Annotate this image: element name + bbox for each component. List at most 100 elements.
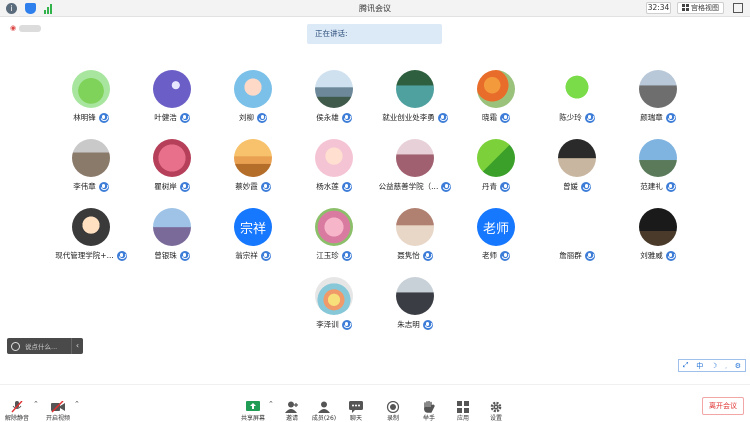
record-icon <box>386 398 400 414</box>
blurred-text <box>19 24 42 32</box>
avatar <box>315 208 353 246</box>
participant-name: 翁宗祥 <box>235 251 258 260</box>
participant-name: 晓霜 <box>482 113 497 122</box>
avatar <box>72 70 110 108</box>
participant-tile[interactable]: 蔡妙霞 <box>213 139 293 193</box>
participant-name: 聂隽怡 <box>397 251 420 260</box>
record-button[interactable]: 录制 <box>376 398 410 422</box>
start-video-button[interactable]: 开启视频 <box>41 398 75 422</box>
participant-tile[interactable]: 晓霜 <box>456 70 536 124</box>
participant-tile[interactable]: 公益慈善学院（... <box>375 139 455 193</box>
participant-name: 江玉珍 <box>316 251 339 260</box>
settings-button[interactable]: 设置 <box>479 398 513 422</box>
share-options-chevron-icon[interactable]: ⌃ <box>268 400 274 408</box>
participant-tile[interactable]: 刘柳 <box>213 70 293 124</box>
shield-icon[interactable] <box>25 3 36 14</box>
participant-tile[interactable]: 侯永雄 <box>294 70 374 124</box>
window-title: 腾讯会议 <box>359 4 391 13</box>
participant-name: 颜瑞章 <box>640 113 663 122</box>
participant-tile[interactable]: 李泽训 <box>294 277 374 331</box>
add-user-icon <box>285 398 299 413</box>
unmute-button[interactable]: 解除静音 <box>0 398 34 422</box>
avatar <box>315 139 353 177</box>
participant-tile[interactable]: 颜瑞章 <box>618 70 698 124</box>
participant-name: 叶健浩 <box>154 113 177 122</box>
participant-tile[interactable]: 朱志明 <box>375 277 455 331</box>
avatar <box>558 208 596 246</box>
avatar <box>72 139 110 177</box>
participant-tile[interactable]: 叶健浩 <box>132 70 212 124</box>
avatar <box>153 208 191 246</box>
participant-tile[interactable]: 现代管理学院+... <box>51 208 131 262</box>
grid-icon <box>682 4 689 11</box>
mic-options-chevron-icon[interactable]: ⌃ <box>33 400 39 408</box>
avatar <box>639 208 677 246</box>
mic-icon <box>98 182 109 192</box>
view-mode-label: 宫格视图 <box>691 4 719 12</box>
info-icon[interactable]: i <box>6 3 17 14</box>
invite-button[interactable]: 邀请 <box>275 398 309 422</box>
avatar <box>234 70 272 108</box>
mic-icon <box>341 251 352 261</box>
title-bar: i 腾讯会议 32:34 宫格视图 <box>0 0 750 17</box>
members-button[interactable]: 成员(26) <box>307 398 341 422</box>
expand-icon[interactable]: ⤢ <box>683 361 689 370</box>
participant-tile[interactable]: 就业创业处李勇 <box>375 70 455 124</box>
participant-name: 范建礼 <box>640 182 663 191</box>
participant-tile[interactable]: 瞿树岸 <box>132 139 212 193</box>
participant-tile[interactable]: 曾媛 <box>537 139 617 193</box>
avatar: 老师 <box>477 208 515 246</box>
apps-button[interactable]: 应用 <box>446 398 480 422</box>
participant-tile[interactable]: 詹丽群 <box>537 208 617 262</box>
participant-name: 杨水莲 <box>316 182 339 191</box>
gear-icon <box>489 398 503 413</box>
mic-icon <box>584 113 595 123</box>
participant-name: 老师 <box>482 251 497 260</box>
collapse-chevron-icon[interactable]: ‹ <box>71 338 83 354</box>
participant-tile[interactable]: 刘雅威 <box>618 208 698 262</box>
participant-tile[interactable]: 宗祥 翁宗祥 <box>213 208 293 262</box>
share-screen-button[interactable]: 共享屏幕 <box>236 398 270 422</box>
participant-name: 侯永雄 <box>316 113 339 122</box>
raise-hand-button[interactable]: 举手 <box>412 398 446 422</box>
mic-icon <box>500 113 510 123</box>
participant-tile[interactable]: 陈少玲 <box>537 70 617 124</box>
participant-name: 曾媛 <box>563 182 578 191</box>
participant-tile[interactable]: 林明锋 <box>51 70 131 124</box>
meeting-window: i 腾讯会议 32:34 宫格视图 ◉ 正在讲话: 林明锋 叶健浩 刘柳 侯永雄 就业创… <box>0 0 750 422</box>
participant-name: 李伟章 <box>73 182 96 191</box>
chat-button[interactable]: 聊天 <box>339 398 373 422</box>
mic-icon <box>665 113 676 123</box>
mic-icon <box>341 320 352 330</box>
moon-icon[interactable]: ☽ <box>711 362 717 370</box>
eye-icon: ◉ <box>10 24 17 32</box>
participant-tile[interactable]: 杨水莲 <box>294 139 374 193</box>
mini-toolbar: ⤢ 中 ☽ ⸒ ⚙ <box>678 359 746 372</box>
leave-meeting-button[interactable]: 离开会议 <box>702 397 744 415</box>
participant-tile[interactable]: 李伟章 <box>51 139 131 193</box>
settings-small-icon[interactable]: ⚙ <box>735 362 741 370</box>
fullscreen-icon[interactable] <box>733 3 743 13</box>
mic-icon <box>257 113 267 123</box>
participant-name: 就业创业处李勇 <box>382 113 435 122</box>
participant-name: 詹丽群 <box>559 251 582 260</box>
mic-icon <box>665 251 676 261</box>
mic-icon <box>179 251 190 261</box>
comma-icon[interactable]: ⸒ <box>725 361 727 370</box>
participant-tile[interactable]: 聂隽怡 <box>375 208 455 262</box>
emoji-icon[interactable] <box>11 341 20 351</box>
participant-tile[interactable]: 丹青 <box>456 139 536 193</box>
participant-name: 李泽训 <box>316 320 339 329</box>
participant-tile[interactable]: 江玉珍 <box>294 208 374 262</box>
participant-tile[interactable]: 老师 老师 <box>456 208 536 262</box>
chat-label: 聊天 <box>349 415 362 422</box>
view-mode-button[interactable]: 宫格视图 <box>677 2 724 14</box>
participant-tile[interactable]: 曾银珠 <box>132 208 212 262</box>
video-options-chevron-icon[interactable]: ⌃ <box>74 400 80 408</box>
signal-icon[interactable] <box>44 3 55 14</box>
unmute-label: 解除静音 <box>4 415 29 422</box>
participant-tile[interactable]: 范建礼 <box>618 139 698 193</box>
language-toggle[interactable]: 中 <box>696 361 703 371</box>
chat-input[interactable]: 说点什么... ‹ <box>7 338 83 354</box>
hand-icon <box>422 398 436 413</box>
